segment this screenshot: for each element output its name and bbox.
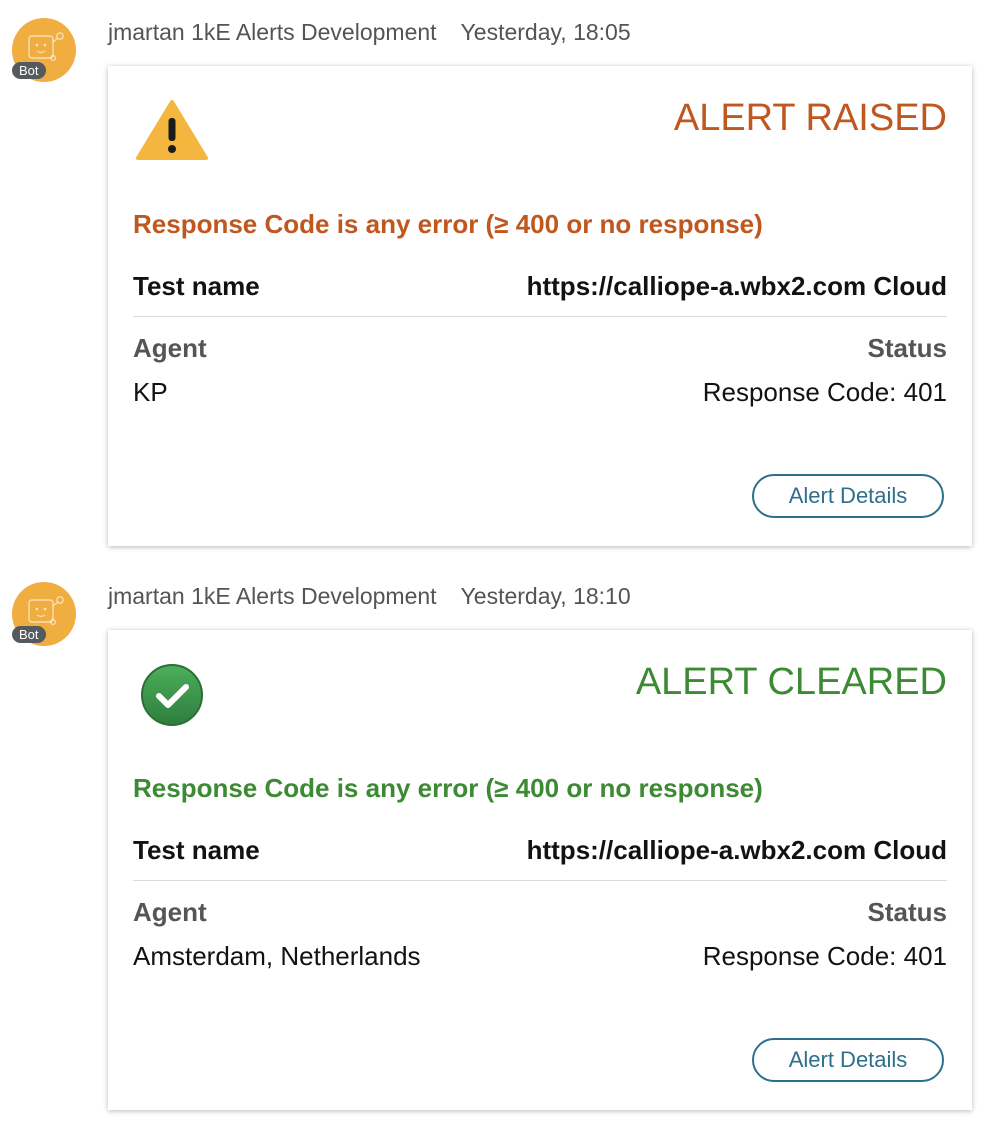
bot-badge: Bot xyxy=(12,62,46,79)
agent-value: KP xyxy=(133,377,168,407)
column-headers: Agent Status xyxy=(133,896,947,928)
test-name-value: https://calliope-a.wbx2.com Cloud xyxy=(526,271,947,301)
message-timestamp: Yesterday, 18:10 xyxy=(460,583,631,609)
alert-status-title: ALERT RAISED xyxy=(673,97,947,139)
test-name-label: Test name xyxy=(133,835,260,865)
message-timestamp: Yesterday, 18:05 xyxy=(460,19,631,45)
status-value: Response Code: 401 xyxy=(702,377,947,407)
test-name-row: Test name https://calliope-a.wbx2.com Cl… xyxy=(133,270,947,302)
agent-value: Amsterdam, Netherlands xyxy=(133,941,421,971)
agent-header: Agent xyxy=(133,333,207,363)
alert-details-button[interactable]: Alert Details xyxy=(752,474,944,518)
agent-header: Agent xyxy=(133,897,207,927)
agent-status-row: KP Response Code: 401 xyxy=(133,376,947,408)
divider xyxy=(133,316,947,317)
check-circle-icon xyxy=(136,662,208,726)
column-headers: Agent Status xyxy=(133,332,947,364)
alert-card: ALERT CLEARED Response Code is any error… xyxy=(108,630,972,1110)
divider xyxy=(133,880,947,881)
status-header: Status xyxy=(867,897,947,927)
bot-badge: Bot xyxy=(12,626,46,643)
alert-card: ALERT RAISED Response Code is any error … xyxy=(108,66,972,546)
sender-name[interactable]: jmartan 1kE Alerts Development xyxy=(108,19,437,45)
message-header: jmartan 1kE Alerts Development Yesterday,… xyxy=(108,582,631,610)
sender-name[interactable]: jmartan 1kE Alerts Development xyxy=(108,583,437,609)
test-name-value: https://calliope-a.wbx2.com Cloud xyxy=(526,835,947,865)
alert-details-button[interactable]: Alert Details xyxy=(752,1038,944,1082)
status-header: Status xyxy=(867,333,947,363)
agent-status-row: Amsterdam, Netherlands Response Code: 40… xyxy=(133,940,947,972)
alert-condition: Response Code is any error (≥ 400 or no … xyxy=(133,773,763,803)
message-header: jmartan 1kE Alerts Development Yesterday,… xyxy=(108,18,631,46)
warning-triangle-icon xyxy=(136,98,208,162)
alert-status-title: ALERT CLEARED xyxy=(635,661,947,703)
test-name-row: Test name https://calliope-a.wbx2.com Cl… xyxy=(133,834,947,866)
status-value: Response Code: 401 xyxy=(702,941,947,971)
test-name-label: Test name xyxy=(133,271,260,301)
alert-condition: Response Code is any error (≥ 400 or no … xyxy=(133,209,763,239)
